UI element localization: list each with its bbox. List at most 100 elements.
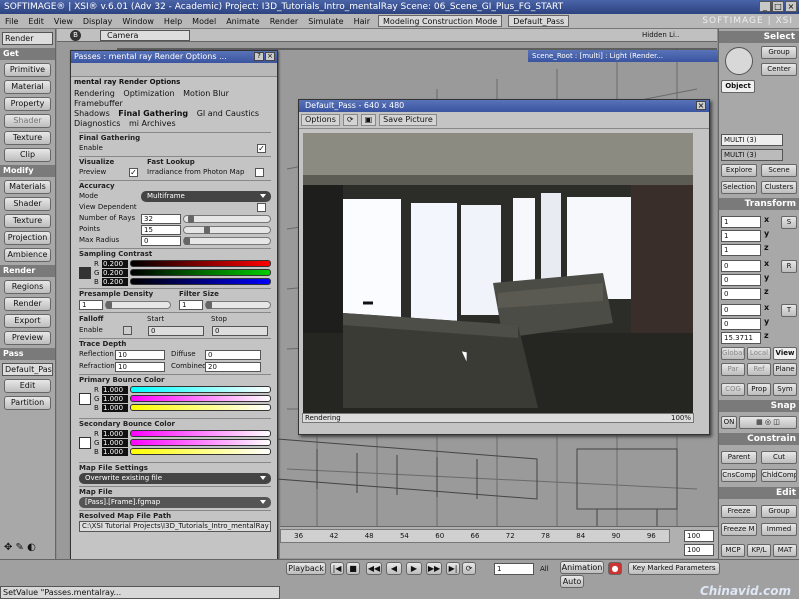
parent-button[interactable]: Parent (721, 451, 757, 464)
timeline-ruler[interactable]: 36 42 48 54 60 66 72 78 84 90 96 (280, 529, 670, 543)
stop-input[interactable]: 0 (212, 325, 268, 336)
translate-z[interactable]: 15.3711 (721, 332, 761, 344)
rotate-z[interactable]: 0 (721, 288, 761, 300)
mcp-button[interactable]: MCP (721, 544, 745, 557)
step-back-icon[interactable]: ◀ (386, 562, 402, 575)
sampling-g-slider[interactable] (130, 269, 271, 276)
translate-button[interactable]: T (781, 304, 797, 317)
layout-combo[interactable]: Modeling Construction Mode (378, 15, 503, 27)
mat-button[interactable]: MAT (773, 544, 797, 557)
explore-button[interactable]: Explore (721, 164, 757, 177)
global-button[interactable]: Global (721, 347, 745, 360)
mapfile-mode-dropdown[interactable]: Overwrite existing file (79, 473, 271, 484)
primary-b[interactable]: 1.000 (102, 403, 128, 412)
scale-z[interactable]: 1 (721, 244, 761, 256)
partition-button[interactable]: Partition (4, 396, 51, 410)
render-close-icon[interactable]: × (696, 101, 706, 110)
material-button[interactable]: Material (4, 80, 51, 94)
primary-r[interactable]: 1.000 (102, 385, 128, 394)
play-icon[interactable]: ▶ (406, 562, 422, 575)
menu-hair[interactable]: Hair (349, 17, 375, 26)
secondary-g[interactable]: 1.000 (102, 438, 128, 447)
loop-icon[interactable]: ⟳ (462, 562, 476, 575)
stop-icon[interactable]: ■ (346, 562, 360, 575)
prev-key-icon[interactable]: ◀◀ (366, 562, 382, 575)
menu-edit[interactable]: Edit (23, 17, 49, 26)
object-button[interactable]: Object (721, 80, 755, 93)
secondary-r-slider[interactable] (130, 430, 271, 437)
scale-y[interactable]: 1 (721, 230, 761, 242)
edit-group-button[interactable]: Group (761, 505, 797, 518)
snap-options-icon[interactable]: ▦ ◎ ◫ (739, 416, 797, 429)
immed-button[interactable]: Immed (761, 523, 797, 536)
center-button[interactable]: Center (761, 63, 797, 76)
rays-slider[interactable] (183, 214, 271, 223)
tab-gi-caustics[interactable]: GI and Caustics (197, 109, 259, 118)
presample-slider[interactable] (105, 300, 171, 309)
tab-diagnostics[interactable]: Diagnostics (74, 119, 120, 128)
end-range-input[interactable]: 100 (684, 544, 714, 556)
refresh-icon[interactable]: ⟳ (342, 114, 358, 126)
preview-checkbox[interactable]: ✓ (129, 168, 138, 177)
scene-root-title[interactable]: Scene_Root : [multi] : Light (Render... (528, 50, 718, 62)
menu-file[interactable]: File (0, 17, 23, 26)
menu-model[interactable]: Model (187, 17, 221, 26)
frame-input[interactable]: 1 (494, 563, 534, 575)
lock-icon[interactable]: ▣ (360, 114, 377, 126)
view-button[interactable]: View (773, 347, 797, 360)
help-icon[interactable]: ? (254, 52, 264, 61)
rotate-x[interactable]: 0 (721, 260, 761, 272)
sampling-r-slider[interactable] (130, 260, 271, 267)
cog-button[interactable]: COG (721, 383, 745, 396)
local-button[interactable]: Local (747, 347, 771, 360)
tab-final-gathering[interactable]: Final Gathering (118, 109, 188, 118)
sampling-r[interactable]: 0.200 (102, 259, 128, 268)
freeze-m-button[interactable]: Freeze M (721, 523, 757, 536)
viewport-letter[interactable]: B (70, 30, 81, 41)
close-icon[interactable]: × (785, 1, 797, 12)
get-texture-button[interactable]: Texture (4, 131, 51, 145)
menu-help[interactable]: Help (159, 17, 187, 26)
fg-enable-checkbox[interactable]: ✓ (257, 144, 266, 153)
prop-button[interactable]: Prop (747, 383, 771, 396)
menu-animate[interactable]: Animate (221, 17, 265, 26)
materials-button[interactable]: Materials (4, 180, 51, 194)
sampling-b-slider[interactable] (130, 278, 271, 285)
key-marked-params-button[interactable]: Key Marked Parameters (628, 562, 720, 575)
sampling-swatch[interactable] (79, 266, 91, 279)
key-icon[interactable]: ● (608, 562, 622, 575)
pass-edit-button[interactable]: Edit (4, 379, 51, 393)
render-button[interactable]: Render (4, 297, 51, 311)
mode-selector[interactable]: Render (2, 32, 53, 45)
tab-rendering[interactable]: Rendering (74, 89, 115, 98)
pass-selector[interactable]: Default_Pas (2, 363, 53, 376)
panel-close-icon[interactable]: × (265, 52, 275, 61)
playback-button[interactable]: Playback (286, 562, 326, 575)
tab-motion-blur[interactable]: Motion Blur (183, 89, 229, 98)
primary-b-slider[interactable] (130, 404, 271, 411)
plane-button[interactable]: Plane (773, 363, 797, 376)
auto-button[interactable]: Auto (560, 575, 584, 588)
clip-button[interactable]: Clip (4, 148, 51, 162)
preview-button[interactable]: Preview (4, 331, 51, 345)
next-key-icon[interactable]: ▶▶ (426, 562, 442, 575)
ambience-button[interactable]: Ambience (4, 248, 51, 262)
diffuse-input[interactable]: 0 (205, 349, 261, 360)
snap-on-button[interactable]: ON (721, 416, 737, 429)
max-radius-input[interactable]: 0 (141, 235, 181, 246)
refraction-input[interactable]: 10 (115, 361, 165, 372)
regions-button[interactable]: Regions (4, 280, 51, 294)
falloff-enable-checkbox[interactable] (123, 326, 132, 335)
reflection-input[interactable]: 10 (115, 349, 165, 360)
tool-icons[interactable]: ✥ ✎ ◐ (4, 542, 54, 556)
secondary-b-slider[interactable] (130, 448, 271, 455)
timeline[interactable]: 36 42 48 54 60 66 72 78 84 90 96 100 100 (280, 526, 718, 558)
menu-window[interactable]: Window (117, 17, 159, 26)
pass-combo[interactable]: Default_Pass (508, 15, 570, 27)
render-title-bar[interactable]: Default_Pass - 640 x 480 × (299, 100, 709, 112)
presample-input[interactable]: 1 (79, 299, 103, 310)
modify-shader-button[interactable]: Shader (4, 197, 51, 211)
irradiance-checkbox[interactable] (255, 168, 264, 177)
points-input[interactable]: 15 (141, 224, 181, 235)
menu-simulate[interactable]: Simulate (303, 17, 348, 26)
